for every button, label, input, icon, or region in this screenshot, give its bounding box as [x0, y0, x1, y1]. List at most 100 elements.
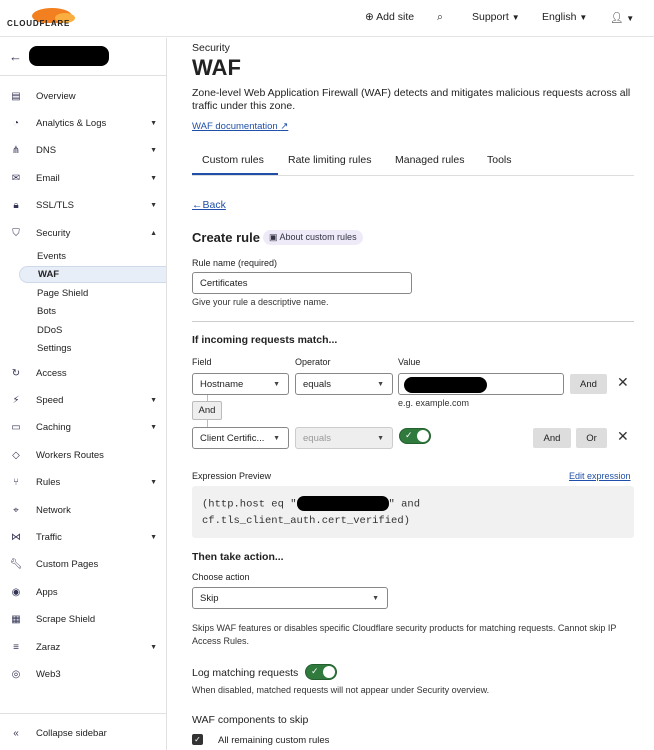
sidebar-subitem-bots[interactable]: Bots	[19, 303, 166, 320]
rule-name-help: Give your rule a descriptive name.	[192, 297, 329, 307]
network-tree-icon: ⋔	[10, 145, 22, 157]
back-link[interactable]: ←Back	[192, 199, 226, 211]
action-value: Skip	[200, 593, 218, 604]
language-menu[interactable]: English ▼	[542, 11, 587, 23]
sidebar-subitem-waf[interactable]: WAF	[19, 266, 166, 283]
sidebar-item-label: Traffic	[36, 532, 62, 543]
caret-down-icon: ▼	[273, 381, 280, 388]
breadcrumb: Security	[192, 42, 230, 54]
external-link-icon: ↗	[280, 121, 288, 132]
sidebar-item-label: Web3	[36, 669, 61, 680]
caching-icon: ▭	[10, 422, 22, 434]
sidebar-subitem-ddos[interactable]: DDoS	[19, 322, 166, 339]
tab-tools[interactable]: Tools	[487, 154, 512, 166]
sidebar-subitem-page-shield[interactable]: Page Shield	[19, 285, 166, 302]
remove-condition-2-icon[interactable]: ✕	[617, 428, 629, 445]
apps-icon: ◉	[10, 586, 22, 598]
sidebar-item-label: Rules	[36, 477, 60, 488]
sidebar-item-label: Access	[36, 368, 67, 379]
sidebar-item-label: Workers Routes	[36, 450, 104, 461]
web3-icon: ◎	[10, 668, 22, 680]
and-button-1[interactable]: And	[570, 374, 607, 394]
caret-down-icon: ▼	[512, 13, 520, 22]
sidebar-item-rules[interactable]: ⑂ Rules ▼	[0, 474, 166, 492]
sidebar-subitem-events[interactable]: Events	[19, 248, 166, 265]
rule-name-value: Certificates	[200, 278, 248, 289]
caret-down-icon: ▼	[150, 175, 157, 182]
sidebar-item-speed[interactable]: ⚡︎Speed▼	[0, 391, 166, 409]
sidebar-item-overview[interactable]: ▤ Overview	[0, 87, 166, 105]
connector-and-button[interactable]: And	[192, 401, 222, 420]
sidebar-item-access[interactable]: ↻Access	[0, 364, 166, 382]
back-label: Back	[203, 199, 226, 211]
or-button[interactable]: Or	[576, 428, 607, 448]
create-rule-heading: Create rule	[192, 230, 260, 245]
expression-preview-label: Expression Preview	[192, 471, 271, 481]
tab-rate-limiting-rules[interactable]: Rate limiting rules	[288, 154, 371, 166]
operator-select-1[interactable]: equals▼	[295, 373, 393, 395]
sidebar-item-zaraz[interactable]: ≡Zaraz▼	[0, 638, 166, 656]
rule-name-input[interactable]: Certificates	[192, 272, 412, 294]
clipboard-icon: ▤	[10, 90, 22, 102]
sidebar-item-analytics-logs[interactable]: ◔Analytics & Logs▼	[0, 114, 166, 132]
caret-down-icon: ▼	[273, 435, 280, 442]
remove-condition-1-icon[interactable]: ✕	[617, 374, 629, 391]
value-hint: e.g. example.com	[398, 398, 469, 408]
redacted-zone-name	[29, 46, 109, 66]
match-heading: If incoming requests match...	[192, 334, 337, 346]
sidebar-item-apps[interactable]: ◉ Apps	[0, 583, 166, 601]
search-icon[interactable]: ⌕	[437, 11, 443, 24]
sidebar-item-network[interactable]: ⌖Network	[0, 501, 166, 519]
sidebar-item-workers-routes[interactable]: ◇Workers Routes	[0, 446, 166, 464]
waf-documentation-link[interactable]: WAF documentation ↗	[192, 121, 288, 132]
value-toggle[interactable]: ✓	[399, 428, 431, 444]
log-help: When disabled, matched requests will not…	[192, 685, 489, 695]
caret-down-icon: ▼	[150, 479, 157, 486]
wrench-icon: 🔧︎	[10, 559, 22, 571]
tab-managed-rules[interactable]: Managed rules	[395, 154, 464, 166]
add-site-button[interactable]: ⊕ Add site	[365, 11, 414, 23]
user-icon: 👤︎	[610, 12, 623, 24]
sidebar-item-label: Apps	[36, 587, 58, 598]
caret-down-icon: ▼	[626, 14, 634, 23]
user-menu[interactable]: 👤︎ ▼	[610, 11, 634, 24]
about-custom-rules-link[interactable]: ▣ About custom rules	[263, 230, 363, 245]
and-button-2[interactable]: And	[533, 428, 571, 448]
sidebar-subitem-settings[interactable]: Settings	[19, 340, 166, 357]
caret-down-icon: ▼	[150, 120, 157, 127]
support-menu[interactable]: Support ▼	[472, 11, 520, 23]
sidebar-item-scrape-shield[interactable]: ▦Scrape Shield	[0, 611, 166, 629]
sidebar-item-email[interactable]: ✉Email▼	[0, 169, 166, 187]
field-select-1[interactable]: Hostname▼	[192, 373, 289, 395]
sidebar-item-security[interactable]: ⛉Security▲	[0, 224, 166, 242]
field-select-2[interactable]: Client Certific...▼	[192, 427, 289, 449]
edit-expression-link[interactable]: Edit expression	[569, 471, 631, 481]
value-input-1[interactable]	[398, 373, 564, 395]
sidebar-item-web3[interactable]: ◎ Web3	[0, 665, 166, 683]
collapse-sidebar-button[interactable]: «Collapse sidebar	[0, 724, 166, 742]
action-select[interactable]: Skip ▼	[192, 587, 388, 609]
brand-text: CLOUDFLARE	[7, 19, 70, 28]
sidebar-item-traffic[interactable]: ⋈Traffic▼	[0, 528, 166, 546]
sidebar-item-custom-pages[interactable]: 🔧︎Custom Pages	[0, 556, 166, 574]
sidebar-item-dns[interactable]: ⋔DNS▼	[0, 142, 166, 160]
caret-down-icon: ▼	[579, 13, 587, 22]
back-arrow-icon[interactable]: ←	[9, 49, 22, 64]
sidebar-item-ssl-tls[interactable]: 🔒︎SSL/TLS▼	[0, 197, 166, 215]
about-label: About custom rules	[280, 232, 357, 242]
chart-icon: ◔	[10, 117, 22, 129]
sidebar-item-caching[interactable]: ▭Caching▼	[0, 419, 166, 437]
zone-selector[interactable]: ←	[0, 38, 167, 76]
sidebar-item-label: Overview	[36, 91, 76, 102]
checkbox-all-remaining[interactable]: ✓	[192, 734, 203, 745]
tab-custom-rules[interactable]: Custom rules	[202, 154, 264, 166]
caret-down-icon: ▼	[372, 595, 379, 602]
rules-icon: ⑂	[10, 477, 22, 489]
log-matching-toggle[interactable]: ✓	[305, 664, 337, 680]
sidebar-item-label: Speed	[36, 395, 63, 406]
sidebar-item-label: Network	[36, 505, 71, 516]
sidebar-item-label: DNS	[36, 145, 56, 156]
language-label: English	[542, 11, 576, 23]
check-icon: ✓	[311, 666, 319, 677]
choose-action-label: Choose action	[192, 572, 250, 582]
